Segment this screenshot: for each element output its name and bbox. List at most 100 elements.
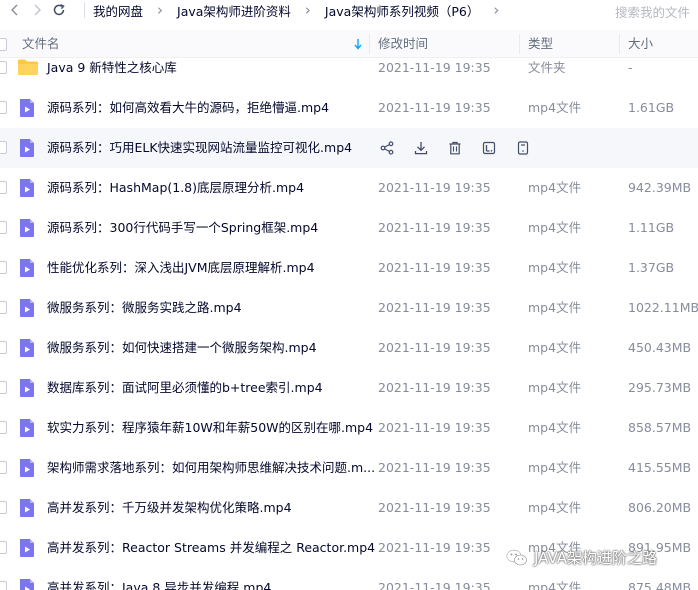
file-name[interactable]: 软实力系列：程序猿年薪10W和年薪50W的区别在哪.mp4: [47, 408, 373, 448]
more-icon[interactable]: [514, 139, 532, 157]
row-checkbox[interactable]: [0, 141, 7, 154]
file-type: mp4文件: [528, 380, 582, 395]
chevron-right-icon: [34, 4, 41, 16]
file-modified-time: 2021-11-19 19:35: [378, 340, 491, 355]
file-name[interactable]: 高并发系列：千万级并发架构优化策略.mp4: [47, 488, 292, 528]
file-name[interactable]: 性能优化系列：深入浅出JVM底层原理解析.mp4: [47, 248, 315, 288]
file-name[interactable]: 源码系列：HashMap(1.8)底层原理分析.mp4: [47, 168, 304, 208]
file-size: 1.61GB: [628, 100, 675, 115]
file-row[interactable]: 源码系列：300行代码手写一个Spring框架.mp4 2021-11-19 19…: [0, 208, 698, 248]
file-size: 806.20MB: [628, 500, 692, 515]
file-size: 875.48MB: [628, 580, 692, 590]
file-type: mp4文件: [528, 260, 582, 275]
file-row[interactable]: 源码系列：如何高效看大牛的源码，拒绝懵逼.mp4 2021-11-19 19:35…: [0, 88, 698, 128]
breadcrumb-item[interactable]: Java架构师系列视频（P6）: [325, 1, 479, 20]
file-name[interactable]: 源码系列：如何高效看大牛的源码，拒绝懵逼.mp4: [47, 88, 329, 128]
download-icon[interactable]: [412, 139, 430, 157]
file-type: mp4文件: [528, 300, 582, 315]
file-name[interactable]: 源码系列：300行代码手写一个Spring框架.mp4: [47, 208, 318, 248]
breadcrumb-item[interactable]: Java架构师进阶资料: [177, 1, 291, 20]
row-checkbox[interactable]: [0, 101, 7, 114]
file-row[interactable]: 微服务系列：微服务实践之路.mp4 2021-11-19 19:35 mp4文件 10…: [0, 288, 698, 328]
search-input[interactable]: 搜索我的文件: [615, 2, 690, 21]
file-name[interactable]: 源码系列：巧用ELK快速实现网站流量监控可视化.mp4: [47, 128, 352, 168]
video-file-icon: [18, 178, 36, 201]
row-checkbox[interactable]: [0, 421, 7, 434]
row-checkbox[interactable]: [0, 541, 7, 554]
file-modified-time: 2021-11-19 19:35: [378, 260, 491, 275]
file-modified-time: 2021-11-19 19:35: [378, 500, 491, 515]
row-checkbox[interactable]: [0, 501, 7, 514]
file-row[interactable]: 高并发系列：千万级并发架构优化策略.mp4 2021-11-19 19:35 mp4…: [0, 488, 698, 528]
file-row[interactable]: 数据库系列：面试阿里必须懂的b+tree索引.mp4 2021-11-19 19:…: [0, 368, 698, 408]
watermark: JAVA架构进阶之路: [506, 547, 657, 568]
file-size: 450.43MB: [628, 340, 692, 355]
refresh-icon: [53, 3, 65, 16]
row-checkbox[interactable]: [0, 61, 7, 74]
file-row[interactable]: 源码系列：巧用ELK快速实现网站流量监控可视化.mp4: [0, 128, 698, 168]
file-type: mp4文件: [528, 580, 582, 590]
video-file-icon: [18, 378, 36, 401]
file-row[interactable]: 架构师需求落地系列：如何用架构师思维解决技术问题.m... 2021-11-19 …: [0, 448, 698, 488]
row-checkbox[interactable]: [0, 301, 7, 314]
file-modified-time: 2021-11-19 19:35: [378, 460, 491, 475]
file-type: mp4文件: [528, 100, 582, 115]
file-modified-time: 2021-11-19 19:35: [378, 580, 491, 590]
video-file-icon: [18, 498, 36, 521]
refresh-button[interactable]: [48, 0, 70, 20]
file-type: mp4文件: [528, 460, 582, 475]
row-checkbox[interactable]: [0, 581, 7, 590]
file-row[interactable]: 源码系列：HashMap(1.8)底层原理分析.mp4 2021-11-19 19…: [0, 168, 698, 208]
rename-icon[interactable]: [480, 139, 498, 157]
breadcrumb-item[interactable]: 我的网盘: [93, 1, 143, 20]
row-actions: [378, 139, 532, 157]
forward-button[interactable]: [26, 0, 48, 20]
row-checkbox[interactable]: [0, 181, 7, 194]
file-name[interactable]: 高并发系列：Reactor Streams 并发编程之 Reactor.mp4: [47, 528, 375, 568]
file-modified-time: 2021-11-19 19:35: [378, 420, 491, 435]
video-file-icon: [18, 578, 36, 590]
file-row[interactable]: 高并发系列：Java 8 异步并发编程.mp4 2021-11-19 19:35 m…: [0, 568, 698, 590]
file-row[interactable]: 性能优化系列：深入浅出JVM底层原理解析.mp4 2021-11-19 19:35…: [0, 248, 698, 288]
file-modified-time: 2021-11-19 19:35: [378, 100, 491, 115]
share-icon[interactable]: [378, 139, 396, 157]
file-modified-time: 2021-11-19 19:35: [378, 380, 491, 395]
breadcrumb-separator-icon: ›: [493, 1, 500, 19]
top-navigation-bar: 我的网盘 › Java架构师进阶资料 › Java架构师系列视频（P6） › 搜索我的文件: [0, 0, 698, 20]
file-type: mp4文件: [528, 340, 582, 355]
row-checkbox[interactable]: [0, 221, 7, 234]
file-modified-time: 2021-11-19 19:35: [378, 180, 491, 195]
file-type: mp4文件: [528, 180, 582, 195]
file-size: 295.73MB: [628, 380, 692, 395]
file-name[interactable]: 微服务系列：如何快速搭建一个微服务架构.mp4: [47, 328, 317, 368]
wechat-icon: [506, 548, 527, 565]
video-file-icon: [18, 338, 36, 361]
file-name[interactable]: Java 9 新特性之核心库: [47, 48, 177, 88]
video-file-icon: [18, 218, 36, 241]
file-name[interactable]: 架构师需求落地系列：如何用架构师思维解决技术问题.m...: [47, 448, 375, 488]
video-file-icon: [18, 138, 36, 161]
video-file-icon: [18, 98, 36, 121]
row-checkbox[interactable]: [0, 381, 7, 394]
file-type: mp4文件: [528, 220, 582, 235]
file-row[interactable]: 软实力系列：程序猿年薪10W和年薪50W的区别在哪.mp4 2021-11-19 …: [0, 408, 698, 448]
file-name[interactable]: 微服务系列：微服务实践之路.mp4: [47, 288, 242, 328]
video-file-icon: [18, 258, 36, 281]
file-modified-time: 2021-11-19 19:35: [378, 220, 491, 235]
delete-icon[interactable]: [446, 139, 464, 157]
chevron-left-icon: [11, 4, 18, 16]
file-modified-time: 2021-11-19 19:35: [378, 540, 491, 555]
video-file-icon: [18, 538, 36, 561]
row-checkbox[interactable]: [0, 461, 7, 474]
file-size: 415.55MB: [628, 460, 692, 475]
file-row[interactable]: Java 9 新特性之核心库 2021-11-19 19:35 文件夹 -: [0, 48, 698, 88]
file-size: -: [628, 60, 633, 75]
file-size: 1.11GB: [628, 220, 675, 235]
folder-icon: [17, 58, 39, 79]
back-button[interactable]: [4, 0, 26, 20]
row-checkbox[interactable]: [0, 341, 7, 354]
file-name[interactable]: 高并发系列：Java 8 异步并发编程.mp4: [47, 568, 271, 590]
file-row[interactable]: 微服务系列：如何快速搭建一个微服务架构.mp4 2021-11-19 19:35 m…: [0, 328, 698, 368]
row-checkbox[interactable]: [0, 261, 7, 274]
file-name[interactable]: 数据库系列：面试阿里必须懂的b+tree索引.mp4: [47, 368, 323, 408]
